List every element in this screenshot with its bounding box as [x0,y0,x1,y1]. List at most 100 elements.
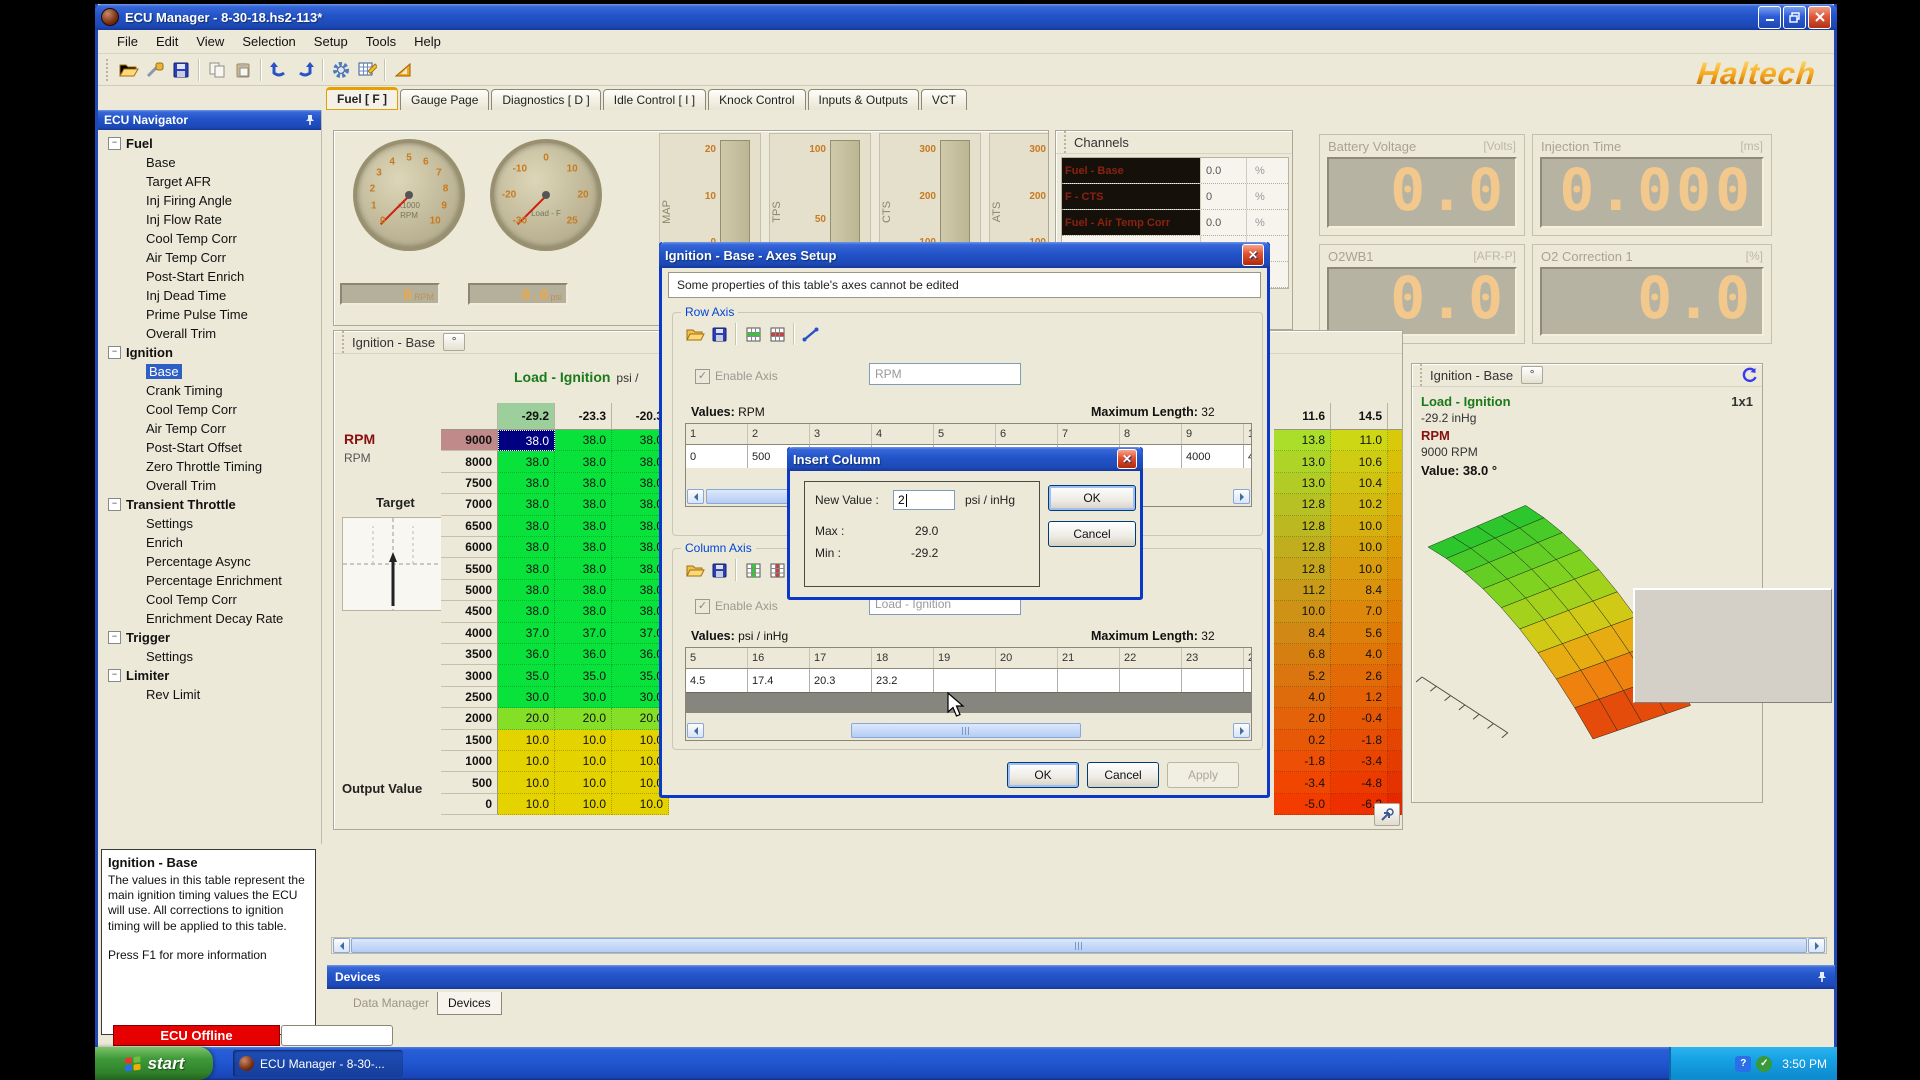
axis-grid-cell[interactable] [996,668,1058,692]
table-cell[interactable]: 10.0 [1331,516,1388,537]
axis-grid-cell[interactable]: 45 [1244,444,1252,468]
table-cell[interactable]: 38.0 [498,494,555,515]
row-axis-name-field[interactable]: RPM [869,363,1021,385]
tree-item-prime-pulse-time[interactable]: Prime Pulse Time [108,305,319,324]
collapse-icon[interactable]: − [108,137,121,150]
tab-fuel---f--[interactable]: Fuel [ F ] [326,87,398,110]
table-cell[interactable] [1388,665,1403,686]
start-button[interactable]: start [95,1047,213,1080]
tree-item-inj-firing-angle[interactable]: Inj Firing Angle [108,191,319,210]
row-header[interactable]: 2500 [441,687,498,708]
table-cell[interactable]: 0.2 [1274,730,1331,751]
channel-row[interactable]: Fuel - Air Temp Corr0.0% [1062,210,1288,236]
table-cell[interactable]: 20.0 [498,708,555,729]
table-cell[interactable]: 10.0 [555,751,612,772]
table-cell[interactable]: 30.0 [555,687,612,708]
close-button[interactable] [1808,6,1831,29]
table-cell[interactable]: 10.0 [555,730,612,751]
table-cell[interactable]: 10.0 [555,794,612,815]
axis-grid-cell[interactable]: 4000 [1182,444,1244,468]
tree-item-enrichment-decay-rate[interactable]: Enrichment Decay Rate [108,609,319,628]
table-cell[interactable]: 38.0 [555,580,612,601]
row-header[interactable]: 500 [441,772,498,793]
tree-item-cool-temp-corr[interactable]: Cool Temp Corr [108,229,319,248]
table-cell[interactable]: 11.0 [1331,430,1388,451]
tree-item-post-start-offset[interactable]: Post-Start Offset [108,438,319,457]
tab-inputs---outputs[interactable]: Inputs & Outputs [808,89,919,110]
table-cell[interactable]: 35.0 [498,665,555,686]
table-cell[interactable]: 2.0 [1274,708,1331,729]
axes-dialog-close-icon[interactable]: ✕ [1242,244,1264,266]
table-cell[interactable]: 10.0 [1274,601,1331,622]
table-cell[interactable]: 1.2 [1331,687,1388,708]
open-file-icon[interactable] [116,58,142,82]
insert-row-icon[interactable] [741,323,765,345]
axis-grid-cell[interactable] [1120,668,1182,692]
row-header[interactable]: 6000 [441,537,498,558]
row-header[interactable]: 3000 [441,665,498,686]
main-horizontal-scrollbar[interactable] [331,937,1827,954]
table-cell[interactable] [1388,580,1403,601]
table-cell[interactable] [1388,473,1403,494]
tree-item-inj-dead-time[interactable]: Inj Dead Time [108,286,319,305]
table-cell[interactable]: 37.0 [498,623,555,644]
axis-grid-cell[interactable] [934,668,996,692]
tree-group-transient-throttle[interactable]: −Transient Throttle [108,495,319,514]
menu-file[interactable]: File [108,32,147,51]
row-header[interactable]: 4500 [441,601,498,622]
tree-item-post-start-enrich[interactable]: Post-Start Enrich [108,267,319,286]
table-cell[interactable]: 10.0 [1331,537,1388,558]
table-cell[interactable]: 20.0 [555,708,612,729]
table-cell[interactable]: 38.0 [498,580,555,601]
table-cell[interactable]: 8.4 [1331,580,1388,601]
insert-dialog-title-bar[interactable]: Insert Column ✕ [787,447,1143,471]
title-bar[interactable]: ECU Manager - 8-30-18.hs2-113* [95,4,1837,30]
row-header[interactable]: 5500 [441,558,498,579]
tray-display-icon[interactable]: ? [1735,1056,1751,1072]
row-header[interactable]: 1000 [441,751,498,772]
table-cell[interactable]: 13.0 [1274,473,1331,494]
menu-view[interactable]: View [187,32,233,51]
table-edit-icon[interactable] [354,58,380,82]
table-cell[interactable]: 36.0 [498,644,555,665]
channel-row[interactable]: F - CTS0% [1062,184,1288,210]
tree-item-inj-flow-rate[interactable]: Inj Flow Rate [108,210,319,229]
taskbar-app-button[interactable]: ECU Manager - 8-30-... [233,1050,403,1077]
tree-item-settings[interactable]: Settings [108,514,319,533]
collapse-icon[interactable]: − [108,631,121,644]
column-header[interactable]: 11.6 [1274,403,1331,430]
table-cell[interactable] [1388,730,1403,751]
table-cell[interactable]: 38.0 [555,473,612,494]
table-cell[interactable]: -3.4 [1274,772,1331,793]
tree-item-air-temp-corr[interactable]: Air Temp Corr [108,248,319,267]
restore-button[interactable] [1783,6,1806,29]
tree-item-base[interactable]: Base [108,153,319,172]
table-cell[interactable]: -1.8 [1274,751,1331,772]
table-cell[interactable]: 2.6 [1331,665,1388,686]
axis-grid-cell[interactable]: 20.3 [810,668,872,692]
menu-tools[interactable]: Tools [357,32,405,51]
table-cell[interactable]: 38.0 [555,451,612,472]
tab-knock-control[interactable]: Knock Control [708,89,805,110]
table-cell[interactable]: 38.0 [555,430,612,451]
tree-group-trigger[interactable]: −Trigger [108,628,319,647]
tree-item-target-afr[interactable]: Target AFR [108,172,319,191]
tab-gauge-page[interactable]: Gauge Page [400,89,489,110]
devices-pin-icon[interactable] [1817,971,1827,983]
collapse-icon[interactable]: − [108,669,121,682]
table-cell[interactable]: 38.0 [555,516,612,537]
row-enable-checkbox[interactable]: ✓ [695,369,710,384]
tray-update-icon[interactable]: ✓ [1756,1056,1772,1072]
collapse-icon[interactable]: − [108,498,121,511]
table-cell[interactable] [1388,708,1403,729]
right-units-button[interactable]: ° [1521,366,1543,384]
tree-item-crank-timing[interactable]: Crank Timing [108,381,319,400]
tree-item-cool-temp-corr[interactable]: Cool Temp Corr [108,590,319,609]
row-header[interactable]: 6500 [441,516,498,537]
tree-item-overall-trim[interactable]: Overall Trim [108,324,319,343]
new-value-input[interactable]: 2 [893,490,955,510]
tree-item-rev-limit[interactable]: Rev Limit [108,685,319,704]
table-cell[interactable] [1388,623,1403,644]
redo-icon[interactable] [292,58,318,82]
column-header[interactable]: 17 [1388,403,1403,430]
